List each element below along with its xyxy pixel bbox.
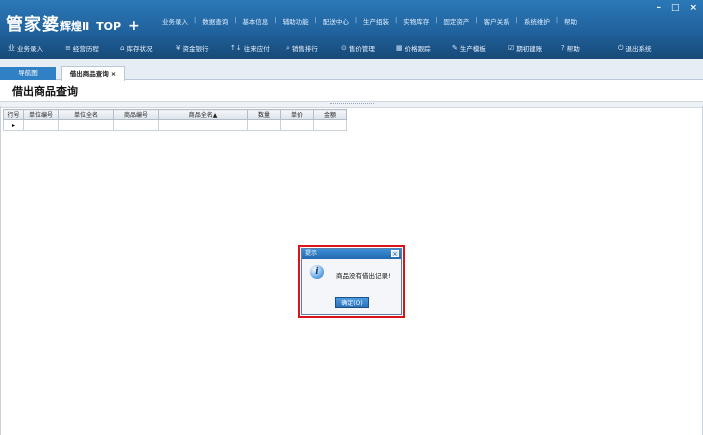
menu-item-basic-info[interactable]: 基本信息 [238,16,272,26]
menu-item-system[interactable]: 系统维护 [520,16,554,26]
row-indicator: ▸ [3,119,24,131]
grid-cell[interactable] [247,119,281,131]
toolbar: 业业务录入 ≡ 经营历程 ⌂ 库存状况 ¥ 资金银行 ↑↓ 往来应付 ⌕ 销售排行 ⊙ 售价… [0,36,703,59]
col-header-row-no[interactable]: 行号 [3,109,24,120]
toolbar-sales-ranking[interactable]: ⌕ 销售排行 [286,43,318,54]
tab-label: 借出商品查询 [69,70,109,78]
col-header-quantity[interactable]: 数量 [247,109,281,120]
toolbar-funds-bank[interactable]: ¥ 资金银行 [176,43,208,53]
help-icon: ? [561,44,565,52]
page-title: 借出商品查询 [12,85,78,98]
yen-icon: ¥ [176,44,181,52]
checklist-icon: ☑ [508,44,515,52]
frame-border-left [0,106,1,435]
search-icon: ⌕ [286,43,290,52]
transfer-icon: ↑↓ [230,44,242,52]
toolbar-history[interactable]: ≡ 经营历程 [65,43,99,53]
menu-item-business-entry[interactable]: 业务录入 [158,16,192,26]
menu-item-aux-functions[interactable]: 辅助功能 [279,16,313,26]
close-icon[interactable]: × [689,3,697,13]
grid-cell[interactable] [23,119,59,131]
menu-item-crm[interactable]: 客户关系 [480,16,514,26]
tab-close-icon[interactable]: × [111,70,116,78]
dialog-title: 提示 [305,250,318,257]
menu-item-physical-stock[interactable]: 实物库存 [399,16,433,26]
window-controls: – □ × [656,3,697,13]
toolbar-stock-status[interactable]: ⌂ 库存状况 [120,43,152,53]
grid-cell[interactable] [280,119,314,131]
col-header-amount[interactable]: 金额 [313,109,347,120]
message-dialog: 提示 × i 商品没有借出记录! 确定(O) [301,248,402,315]
maximize-icon[interactable]: □ [671,3,680,13]
main-menu: 业务录入 | 数据查询 | 基本信息 | 辅助功能 | 配送中心 | 生产组装 | 实物库存… [158,16,581,26]
grid-header-row: 行号 单位编号 单位全名 商品编号 商品全名▲ 数量 单价 金额 [3,109,347,120]
col-header-unit-code[interactable]: 单位编号 [23,109,59,120]
menu-item-distribution[interactable]: 配送中心 [319,16,353,26]
toolbar-business-entry[interactable]: 业业务录入 [8,43,43,53]
toolbar-exit[interactable]: ⏻ 退出系统 [618,43,652,54]
menu-item-data-query[interactable]: 数据查询 [198,16,232,26]
col-header-unit-price[interactable]: 单价 [280,109,314,120]
price-icon: ⊙ [341,44,347,52]
splitter-grip [330,103,374,105]
wrench-icon: ✎ [452,44,458,52]
col-header-unit-name[interactable]: 单位全名 [58,109,114,120]
tab-lent-goods-query[interactable]: 借出商品查询 × [61,66,125,81]
grid-cell[interactable] [113,119,159,131]
dialog-close-icon[interactable]: × [391,250,399,258]
table-row[interactable]: ▸ [3,119,347,131]
grid-cell[interactable] [58,119,114,131]
warehouse-icon: ⌂ [120,44,125,52]
toolbar-help[interactable]: ? 帮助 [561,43,580,53]
dialog-title-bar[interactable]: 提示 × [302,249,401,259]
grid-icon: ▦ [396,44,403,52]
title-bar: 管家婆辉煌Ⅱ TOP + 业务录入 | 数据查询 | 基本信息 | 辅助功能 | 配送中… [0,0,703,36]
toolbar-price-track[interactable]: ▦ 价格跟踪 [396,43,431,53]
grid-cell[interactable] [158,119,248,131]
toolbar-production-template[interactable]: ✎ 生产模板 [452,43,486,53]
menu-item-production[interactable]: 生产组装 [359,16,393,26]
power-icon: ⏻ [618,43,624,52]
ok-button[interactable]: 确定(O) [335,297,369,308]
info-icon: i [310,265,324,279]
dialog-message: 商品没有借出记录! [336,272,391,280]
grid-cell[interactable] [313,119,347,131]
col-header-product-code[interactable]: 商品编号 [113,109,159,120]
menu-item-help[interactable]: 帮助 [560,16,581,26]
chart-icon: ≡ [65,44,71,52]
tab-navigation[interactable]: 导航图 [0,67,56,80]
col-header-product-name[interactable]: 商品全名▲ [158,109,248,120]
toolbar-payables[interactable]: ↑↓ 往来应付 [230,43,270,53]
entry-icon: 业 [8,44,15,52]
data-grid: 行号 单位编号 单位全名 商品编号 商品全名▲ 数量 单价 金额 ▸ [3,109,347,131]
toolbar-price-manage[interactable]: ⊙ 售价管理 [341,43,375,53]
menu-item-fixed-assets[interactable]: 固定资产 [439,16,473,26]
app-logo: 管家婆辉煌Ⅱ TOP + [6,15,141,35]
minimize-icon[interactable]: – [656,3,661,13]
toolbar-opening-accounts[interactable]: ☑ 期初建账 [508,43,542,53]
